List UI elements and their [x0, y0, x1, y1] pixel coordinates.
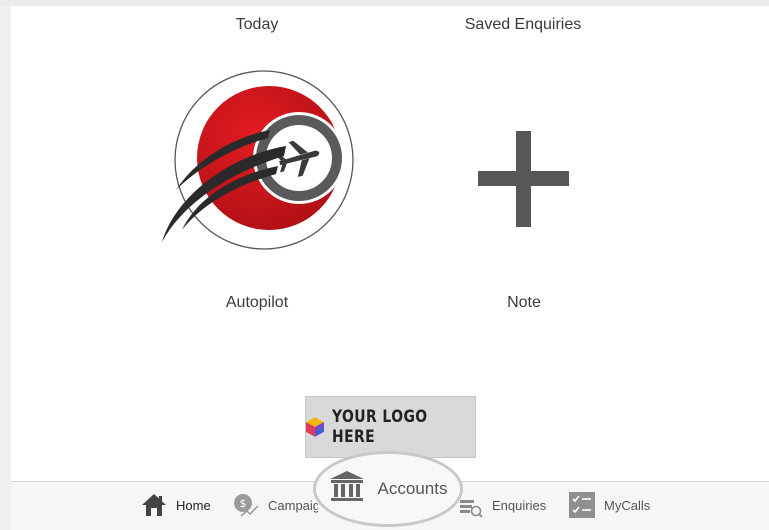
company-logo-placeholder: YOUR LOGO HERE — [305, 396, 476, 458]
tile-label-autopilot: Autopilot — [225, 294, 289, 311]
nav-item-mycalls[interactable]: MyCalls — [569, 491, 650, 519]
nav-label-home: Home — [176, 497, 211, 513]
nav-label-enquiries: Enquiries — [492, 497, 547, 513]
nav-label-campaigns: Campaigns — [268, 497, 318, 513]
checklist-icon — [569, 492, 595, 518]
logo-text: YOUR LOGO HERE — [331, 407, 428, 447]
tile-label-note: Note — [507, 294, 541, 311]
airplane-logo-icon — [162, 70, 354, 250]
plus-icon — [478, 131, 569, 227]
nav-label-mycalls: MyCalls — [604, 497, 651, 513]
house-icon — [141, 493, 167, 517]
svg-text:$: $ — [240, 497, 247, 510]
nav-item-accounts[interactable]: Accounts — [313, 451, 463, 527]
tile-label-saved-enquiries: Saved Enquiries — [464, 16, 582, 33]
money-bag-growth-icon: $ — [233, 492, 259, 518]
nav-label-accounts: Accounts — [377, 479, 448, 498]
autopilot-tile[interactable] — [158, 70, 356, 254]
note-tile[interactable] — [478, 131, 569, 227]
tile-label-today: Today — [235, 16, 279, 33]
cube-logo-icon — [306, 417, 324, 437]
bank-icon — [329, 470, 365, 509]
nav-item-home[interactable]: Home — [141, 491, 211, 519]
nav-item-campaigns[interactable]: $ Campaigns — [233, 491, 318, 519]
nav-item-enquiries[interactable]: Enquiries — [457, 491, 546, 519]
